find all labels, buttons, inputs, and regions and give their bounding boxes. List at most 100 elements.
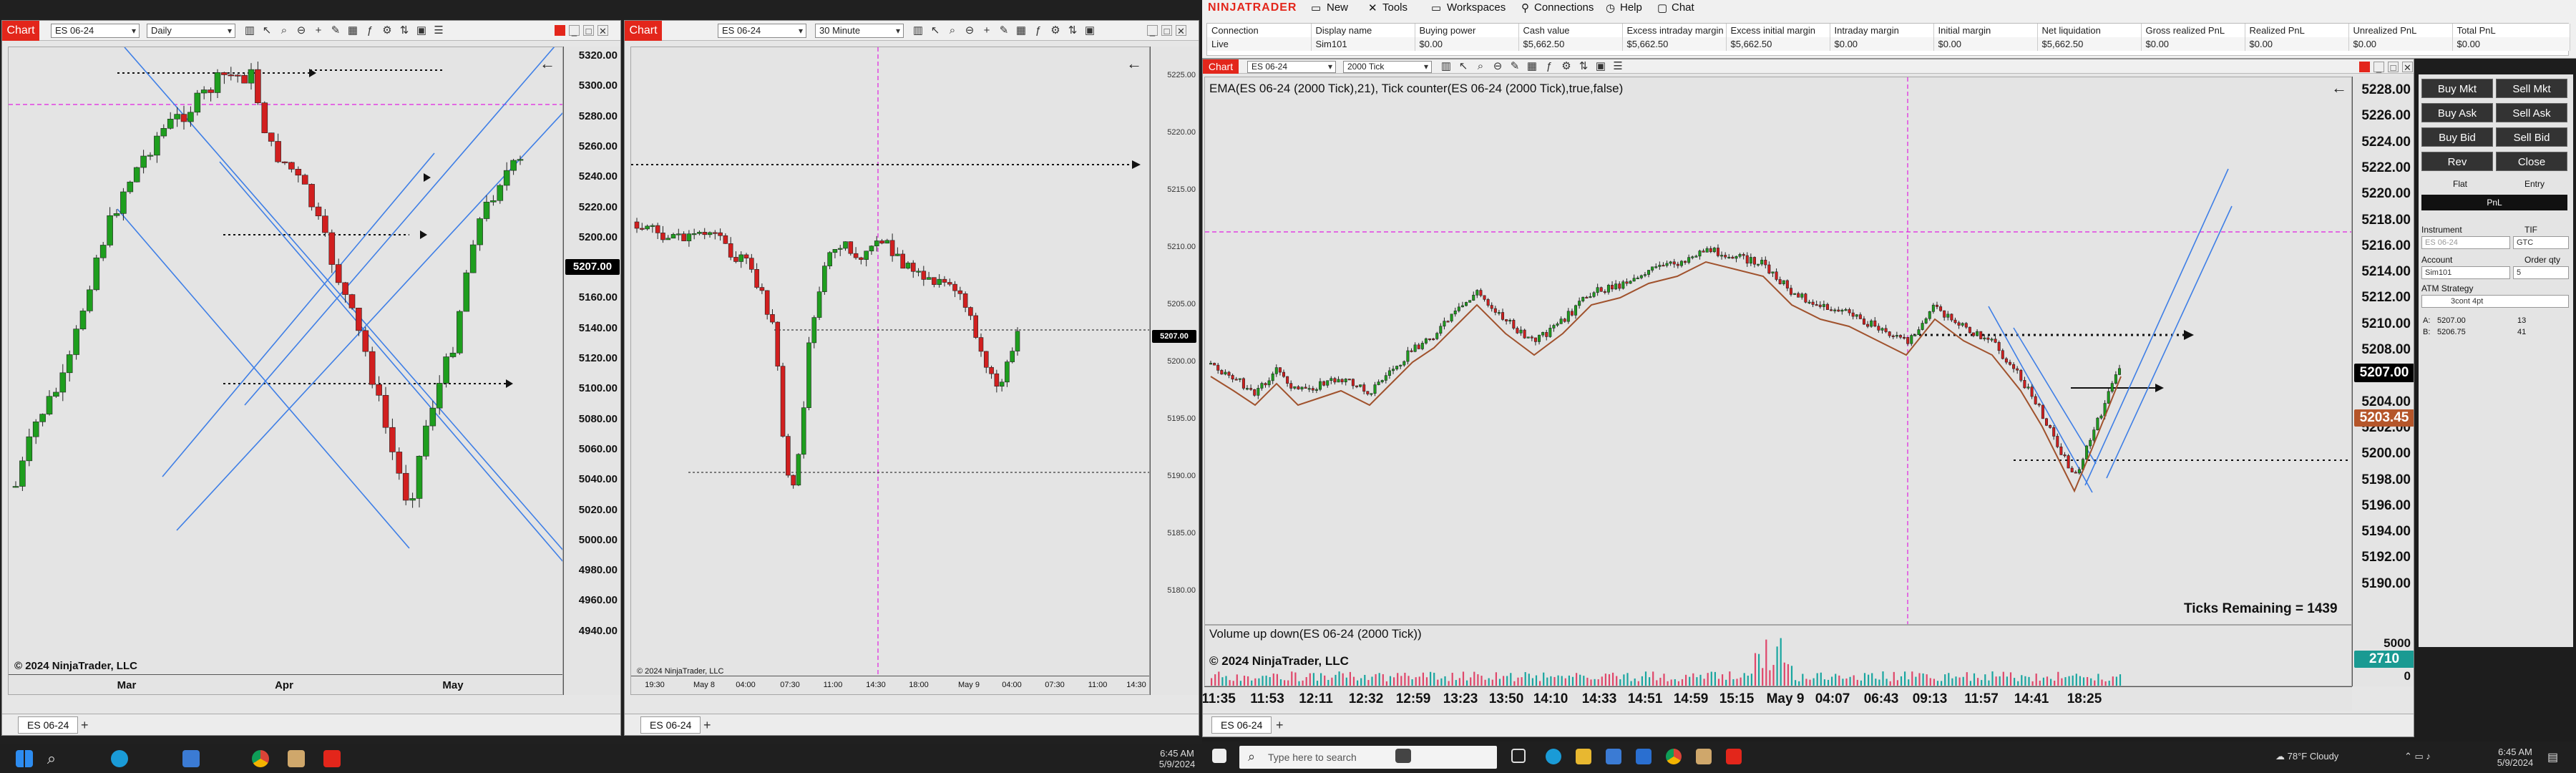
zoom-icon[interactable]: ⌕ <box>1475 61 1486 72</box>
menu-connections[interactable]: Connections <box>1534 1 1594 14</box>
menu-help[interactable]: Help <box>1620 1 1642 14</box>
instrument-selector[interactable]: ES 06-24 <box>1247 61 1336 73</box>
interval-selector[interactable]: Daily <box>147 24 235 38</box>
link-color-icon[interactable] <box>555 25 565 36</box>
chart-trader-icon[interactable]: ⇅ <box>1578 61 1589 72</box>
maximize-button[interactable]: □ <box>1161 25 1172 37</box>
close-button[interactable]: ✕ <box>2402 62 2413 73</box>
col-realized[interactable]: Realized PnL <box>2245 24 2349 37</box>
chrome-icon[interactable] <box>1666 749 1682 764</box>
add-tab-icon[interactable]: + <box>1276 718 1284 733</box>
price-panel[interactable]: ← © 2024 NinjaTrader, LLC 19:30 May 8 04… <box>630 47 1150 695</box>
ninjatrader-icon[interactable] <box>323 750 341 767</box>
instrument-selector[interactable]: ES 06-24 <box>51 24 140 38</box>
properties-icon[interactable]: ☰ <box>433 25 444 37</box>
data-box-icon[interactable]: ▦ <box>347 25 358 37</box>
chart-trader-icon[interactable]: ⇅ <box>399 25 410 37</box>
tab-es[interactable]: ES 06-24 <box>640 716 701 734</box>
edge-icon[interactable] <box>111 750 128 767</box>
indicators-icon[interactable]: ƒ <box>364 25 376 37</box>
bar-type-icon[interactable]: ▥ <box>1440 61 1452 72</box>
graduation-cap-icon[interactable] <box>1395 749 1411 763</box>
y-axis[interactable]: 5320.00 5300.00 5280.00 5260.00 5240.00 5220.… <box>563 47 620 695</box>
volume-panel[interactable]: Volume up down(ES 06-24 (2000 Tick)) © 2… <box>1204 625 2352 686</box>
maximize-button[interactable]: □ <box>2388 62 2399 73</box>
chart-tab[interactable]: Chart <box>625 21 662 41</box>
col-unrealized[interactable]: Unrealized PnL <box>2348 24 2453 37</box>
properties-icon[interactable]: ☰ <box>1612 61 1624 72</box>
sell-market-button[interactable]: Sell Mkt <box>2496 79 2567 98</box>
zoom-icon[interactable]: ⌕ <box>278 25 290 37</box>
snapshot-icon[interactable]: ▣ <box>416 25 427 37</box>
col-excess-intraday[interactable]: Excess intraday margin <box>1622 24 1727 37</box>
search-icon[interactable]: ⌕ <box>43 750 60 767</box>
price-panel[interactable]: EMA(ES 06-24 (2000 Tick),21), Tick count… <box>1204 77 2352 625</box>
interval-selector[interactable]: 30 Minute <box>815 24 904 38</box>
strategies-icon[interactable]: ⚙ <box>381 25 393 37</box>
sell-bid-button[interactable]: Sell Bid <box>2496 127 2567 147</box>
snapshot-icon[interactable]: ▣ <box>1595 61 1606 72</box>
ninjatrader-icon[interactable] <box>1726 749 1742 764</box>
col-display-name[interactable]: Display name <box>1311 24 1415 37</box>
buy-market-button[interactable]: Buy Mkt <box>2421 79 2493 98</box>
draw-tool-icon[interactable]: ✎ <box>1509 61 1521 72</box>
instrument-selector[interactable]: ES 06-24 <box>718 24 806 38</box>
data-box-icon[interactable]: ▦ <box>1526 61 1538 72</box>
store-icon[interactable] <box>182 750 200 767</box>
draw-tool-icon[interactable]: ✎ <box>330 25 341 37</box>
col-buying-power[interactable]: Buying power <box>1415 24 1519 37</box>
snapshot-icon[interactable]: ▣ <box>1084 25 1096 37</box>
indicators-icon[interactable]: ƒ <box>1033 25 1044 37</box>
zoom-out-icon[interactable]: ⊖ <box>296 25 307 37</box>
tray-icons[interactable]: ⌃ ▭ ♪ <box>2404 751 2431 762</box>
minimize-button[interactable]: _ <box>569 25 580 37</box>
zoom-out-icon[interactable]: ⊖ <box>964 25 975 37</box>
cursor-icon[interactable]: ↖ <box>930 25 941 37</box>
interval-selector[interactable]: 2000 Tick <box>1343 61 1432 73</box>
col-gross-realized[interactable]: Gross realized PnL <box>2141 24 2245 37</box>
col-total[interactable]: Total PnL <box>2452 24 2570 37</box>
zoom-icon[interactable]: ⌕ <box>947 25 958 37</box>
close-button[interactable]: ✕ <box>597 25 608 37</box>
add-tab-icon[interactable]: + <box>81 718 89 733</box>
weather-widget[interactable]: ☁ 78°F Cloudy <box>2275 751 2338 762</box>
crosshair-icon[interactable]: + <box>981 25 992 37</box>
strategies-icon[interactable]: ⚙ <box>1561 61 1572 72</box>
instrument-field[interactable]: ES 06-24 <box>2421 236 2510 249</box>
order-qty-field[interactable]: 5 <box>2513 266 2569 279</box>
menu-workspaces[interactable]: Workspaces <box>1447 1 1506 14</box>
col-net-liquidation[interactable]: Net liquidation <box>2037 24 2142 37</box>
y-axis[interactable]: 5225.00 5220.00 5215.00 5210.00 5205.00 5200.… <box>1150 47 1199 695</box>
tool-icon[interactable] <box>288 750 305 767</box>
chart-tab[interactable]: Chart <box>1203 59 1239 74</box>
strategies-icon[interactable]: ⚙ <box>1050 25 1061 37</box>
task-view-icon[interactable] <box>1511 749 1526 763</box>
buy-ask-button[interactable]: Buy Ask <box>2421 103 2493 122</box>
col-excess-initial[interactable]: Excess initial margin <box>1726 24 1830 37</box>
col-connection[interactable]: Connection <box>1207 24 1312 37</box>
chrome-icon[interactable] <box>252 750 269 767</box>
bar-type-icon[interactable]: ▥ <box>244 25 255 37</box>
col-intraday-margin[interactable]: Intraday margin <box>1830 24 1934 37</box>
notification-icon[interactable]: ▤ <box>2547 750 2558 764</box>
close-position-button[interactable]: Close <box>2496 152 2567 171</box>
buy-bid-button[interactable]: Buy Bid <box>2421 127 2493 147</box>
y-axis[interactable]: 5228.00 5226.00 5224.00 5222.00 5220.00 5218.… <box>2352 77 2414 625</box>
back-arrow-icon[interactable]: ← <box>1126 54 1142 73</box>
tif-select[interactable]: GTC <box>2513 236 2569 249</box>
menu-chat[interactable]: Chat <box>1672 1 1694 14</box>
back-arrow-icon[interactable]: ← <box>2331 79 2347 97</box>
account-select[interactable]: Sim101 <box>2421 266 2510 279</box>
maximize-button[interactable]: □ <box>583 25 594 37</box>
back-arrow-icon[interactable]: ← <box>540 54 555 73</box>
add-tab-icon[interactable]: + <box>703 718 711 733</box>
close-button[interactable]: ✕ <box>1176 25 1186 37</box>
file-explorer-icon[interactable] <box>1576 749 1591 764</box>
windows-start-icon[interactable] <box>16 750 33 767</box>
table-row[interactable]: Live Sim101 $0.00 $5,662.50 $5,662.50 $5… <box>1207 37 2570 51</box>
crosshair-icon[interactable]: + <box>313 25 324 37</box>
tab-es[interactable]: ES 06-24 <box>1211 716 1272 734</box>
cursor-icon[interactable]: ↖ <box>1458 61 1469 72</box>
chart-trader-icon[interactable]: ⇅ <box>1067 25 1078 37</box>
zoom-out-icon[interactable]: ⊖ <box>1492 61 1503 72</box>
